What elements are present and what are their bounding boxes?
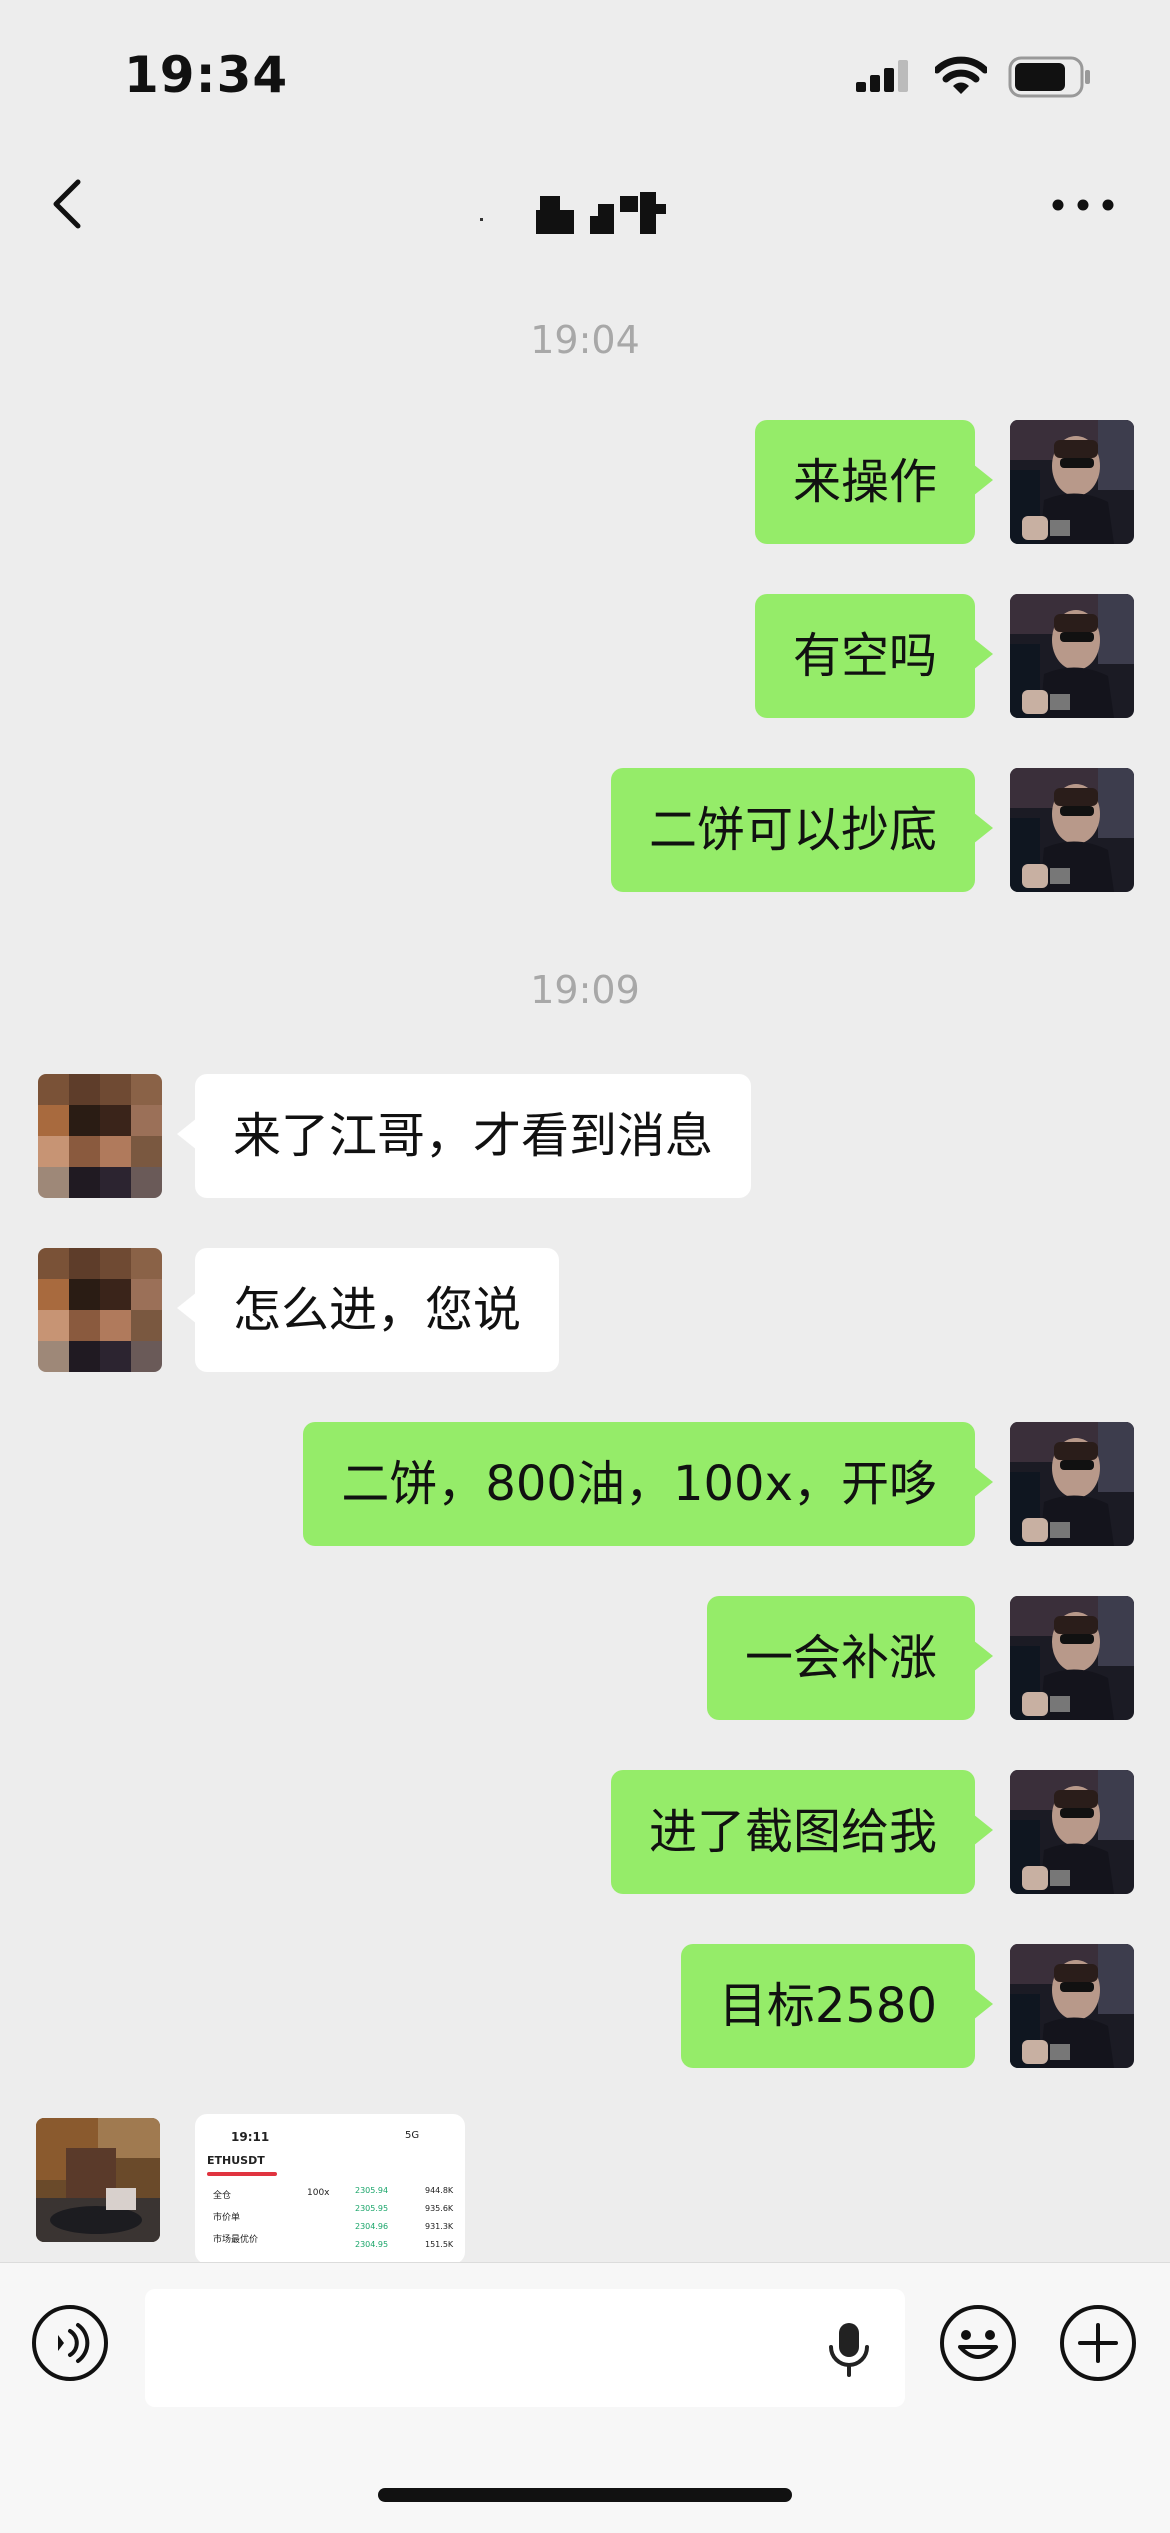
- my-avatar[interactable]: [1010, 1422, 1134, 1546]
- img-amount: 151.5K: [425, 2240, 454, 2249]
- img-price: 2305.94: [355, 2186, 389, 2195]
- my-avatar[interactable]: [1010, 1596, 1134, 1720]
- message-bubble-sent[interactable]: 目标2580: [680, 1944, 994, 2068]
- img-pair: ETHUSDT: [207, 2154, 265, 2167]
- message-row: 来了江哥，才看到消息: [0, 1074, 1170, 1198]
- contact-name-redacted: [480, 192, 666, 234]
- img-amount: 944.8K: [425, 2186, 454, 2195]
- my-avatar[interactable]: [1010, 768, 1134, 892]
- message-row: 二饼，800油，100x，开哆: [0, 1422, 1170, 1546]
- img-price: 2304.96: [355, 2222, 389, 2231]
- emoji-icon[interactable]: [938, 2303, 1018, 2383]
- message-bubble-sent[interactable]: 二饼，800油，100x，开哆: [303, 1422, 993, 1546]
- contact-avatar[interactable]: [38, 1074, 162, 1198]
- my-avatar[interactable]: [1010, 420, 1134, 544]
- message-bubble-sent[interactable]: 一会补涨: [706, 1596, 994, 1720]
- message-row: 有空吗: [0, 594, 1170, 718]
- message-row: 一会补涨: [0, 1596, 1170, 1720]
- wifi-icon: [935, 56, 987, 94]
- message-row: 目标2580: [0, 1944, 1170, 2068]
- contact-avatar[interactable]: [38, 1248, 162, 1372]
- message-row: 怎么进，您说: [0, 1248, 1170, 1372]
- timestamp: 19:09: [530, 968, 640, 1012]
- img-row: 市场最优价: [213, 2235, 259, 2245]
- message-bubble-sent[interactable]: 有空吗: [754, 594, 994, 718]
- my-avatar[interactable]: [1010, 594, 1134, 718]
- img-leverage: 100x: [307, 2188, 330, 2198]
- microphone-icon[interactable]: [825, 2319, 873, 2379]
- signal-icon: [856, 60, 908, 92]
- more-icon[interactable]: [1048, 190, 1118, 220]
- img-amount: 931.3K: [425, 2222, 454, 2231]
- message-bubble-received[interactable]: 来了江哥，才看到消息: [176, 1074, 752, 1198]
- img-row: 全仓: [213, 2191, 232, 2201]
- contact-avatar[interactable]: [36, 2118, 160, 2242]
- message-bubble-sent[interactable]: 二饼可以抄底: [610, 768, 994, 892]
- home-indicator: [378, 2488, 792, 2502]
- battery-icon: [1008, 56, 1090, 98]
- message-bubble-received[interactable]: 怎么进，您说: [176, 1248, 560, 1372]
- message-bubble-sent[interactable]: 进了截图给我: [610, 1770, 994, 1894]
- message-bubble-sent[interactable]: 来操作: [754, 420, 994, 544]
- plus-icon[interactable]: [1058, 2303, 1138, 2383]
- img-row: 市价单: [213, 2213, 241, 2223]
- message-row: 来操作: [0, 420, 1170, 544]
- message-row: 进了截图给我: [0, 1770, 1170, 1894]
- chat-header: [0, 150, 1170, 260]
- voice-toggle-icon[interactable]: [30, 2303, 110, 2383]
- back-icon[interactable]: [40, 174, 100, 234]
- timestamp: 19:04: [530, 318, 640, 362]
- message-row: 二饼可以抄底: [0, 768, 1170, 892]
- message-input[interactable]: [145, 2289, 905, 2407]
- img-amount: 935.6K: [425, 2204, 454, 2213]
- image-message-screenshot[interactable]: 19:11 5G ETHUSDT 全仓 100x 市价单 市场最优价 2305.…: [195, 2114, 465, 2264]
- img-time: 19:11: [231, 2130, 270, 2144]
- img-price-bar: [207, 2172, 277, 2176]
- status-bar: 19:34: [0, 0, 1170, 140]
- img-network: 5G: [405, 2130, 420, 2141]
- my-avatar[interactable]: [1010, 1944, 1134, 2068]
- img-price: 2304.95: [355, 2240, 389, 2249]
- status-time: 19:34: [124, 46, 289, 104]
- img-price: 2305.95: [355, 2204, 389, 2213]
- my-avatar[interactable]: [1010, 1770, 1134, 1894]
